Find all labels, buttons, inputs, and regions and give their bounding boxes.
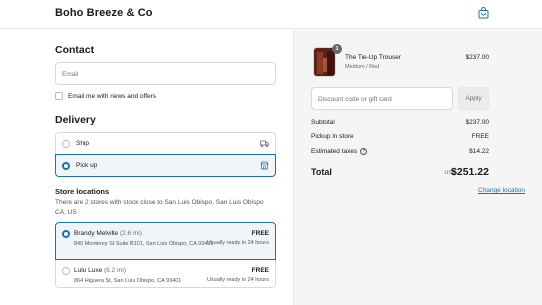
product-price: $237.00 (465, 54, 490, 61)
header: Boho Breeze & Co (0, 0, 542, 29)
store-ready-time: Usually ready in 24 hours (206, 240, 269, 246)
delivery-option-pickup[interactable]: Pick up (55, 154, 276, 177)
ship-radio[interactable] (62, 139, 70, 148)
store-name: Brandy Melville (2.6 mi) (74, 230, 142, 237)
subtotal-label: Subtotal (311, 119, 335, 126)
taxes-label: Estimated taxes? (311, 148, 368, 155)
newsletter-checkbox[interactable] (55, 92, 63, 100)
email-field[interactable] (55, 62, 276, 85)
pickup-value: FREE (471, 133, 489, 140)
store-option-lulu-luxe[interactable]: Lulu Luxe (6.2 mi) 864 Higuera St, San L… (55, 260, 276, 288)
newsletter-label: Email me with news and offers (68, 92, 157, 100)
truck-icon (260, 140, 269, 148)
store-distance: (2.6 mi) (119, 230, 142, 237)
store-availability-note: There are 2 stores with stock close to S… (55, 199, 264, 216)
discount-input[interactable] (312, 89, 452, 110)
shopping-bag-icon[interactable] (478, 7, 489, 19)
store-address: 840 Monterey St Suite B101, San Luis Obi… (74, 241, 214, 247)
store-icon (260, 161, 269, 170)
product-name: The Tie-Up Trouser (345, 54, 401, 61)
store-price: FREE (251, 267, 269, 274)
store-price: FREE (251, 230, 269, 237)
store-option-brandy-melville[interactable]: Brandy Melville (2.6 mi) 840 Monterey St… (55, 222, 276, 260)
quantity-badge: 1 (332, 44, 342, 54)
contact-title: Contact (55, 44, 95, 56)
store-radio[interactable] (62, 267, 70, 275)
delivery-title: Delivery (55, 114, 96, 126)
product-variant: Medium / Red (345, 64, 380, 70)
pickup-label: Pick up (76, 162, 98, 169)
pickup-label: Pickup in store (311, 133, 354, 140)
total-label: Total (311, 167, 332, 177)
store-radio[interactable] (62, 230, 70, 238)
brand-name[interactable]: Boho Breeze & Co (55, 7, 153, 19)
taxes-value: $14.22 (469, 148, 489, 155)
info-icon[interactable]: ? (360, 148, 368, 155)
delivery-option-ship[interactable]: Ship (55, 132, 276, 154)
pickup-radio[interactable] (62, 161, 70, 170)
store-ready-time: Usually ready in 24 hours (206, 277, 269, 283)
subtotal-value: $237.00 (465, 119, 490, 126)
newsletter-option[interactable]: Email me with news and offers (55, 91, 156, 101)
change-location-link[interactable]: Change location (478, 187, 525, 194)
store-locations-title: Store locations (55, 187, 110, 196)
store-address: 864 Higuera St, San Luis Obispo, CA 9340… (74, 278, 182, 284)
apply-button[interactable]: Apply (458, 87, 489, 110)
total-value: $251.22 (451, 166, 489, 178)
store-distance: (6.2 mi) (104, 267, 127, 274)
ship-label: Ship (76, 140, 90, 147)
email-input[interactable] (56, 64, 275, 85)
store-name: Lulu Luxe (6.2 mi) (74, 267, 127, 274)
discount-field[interactable] (311, 87, 453, 110)
